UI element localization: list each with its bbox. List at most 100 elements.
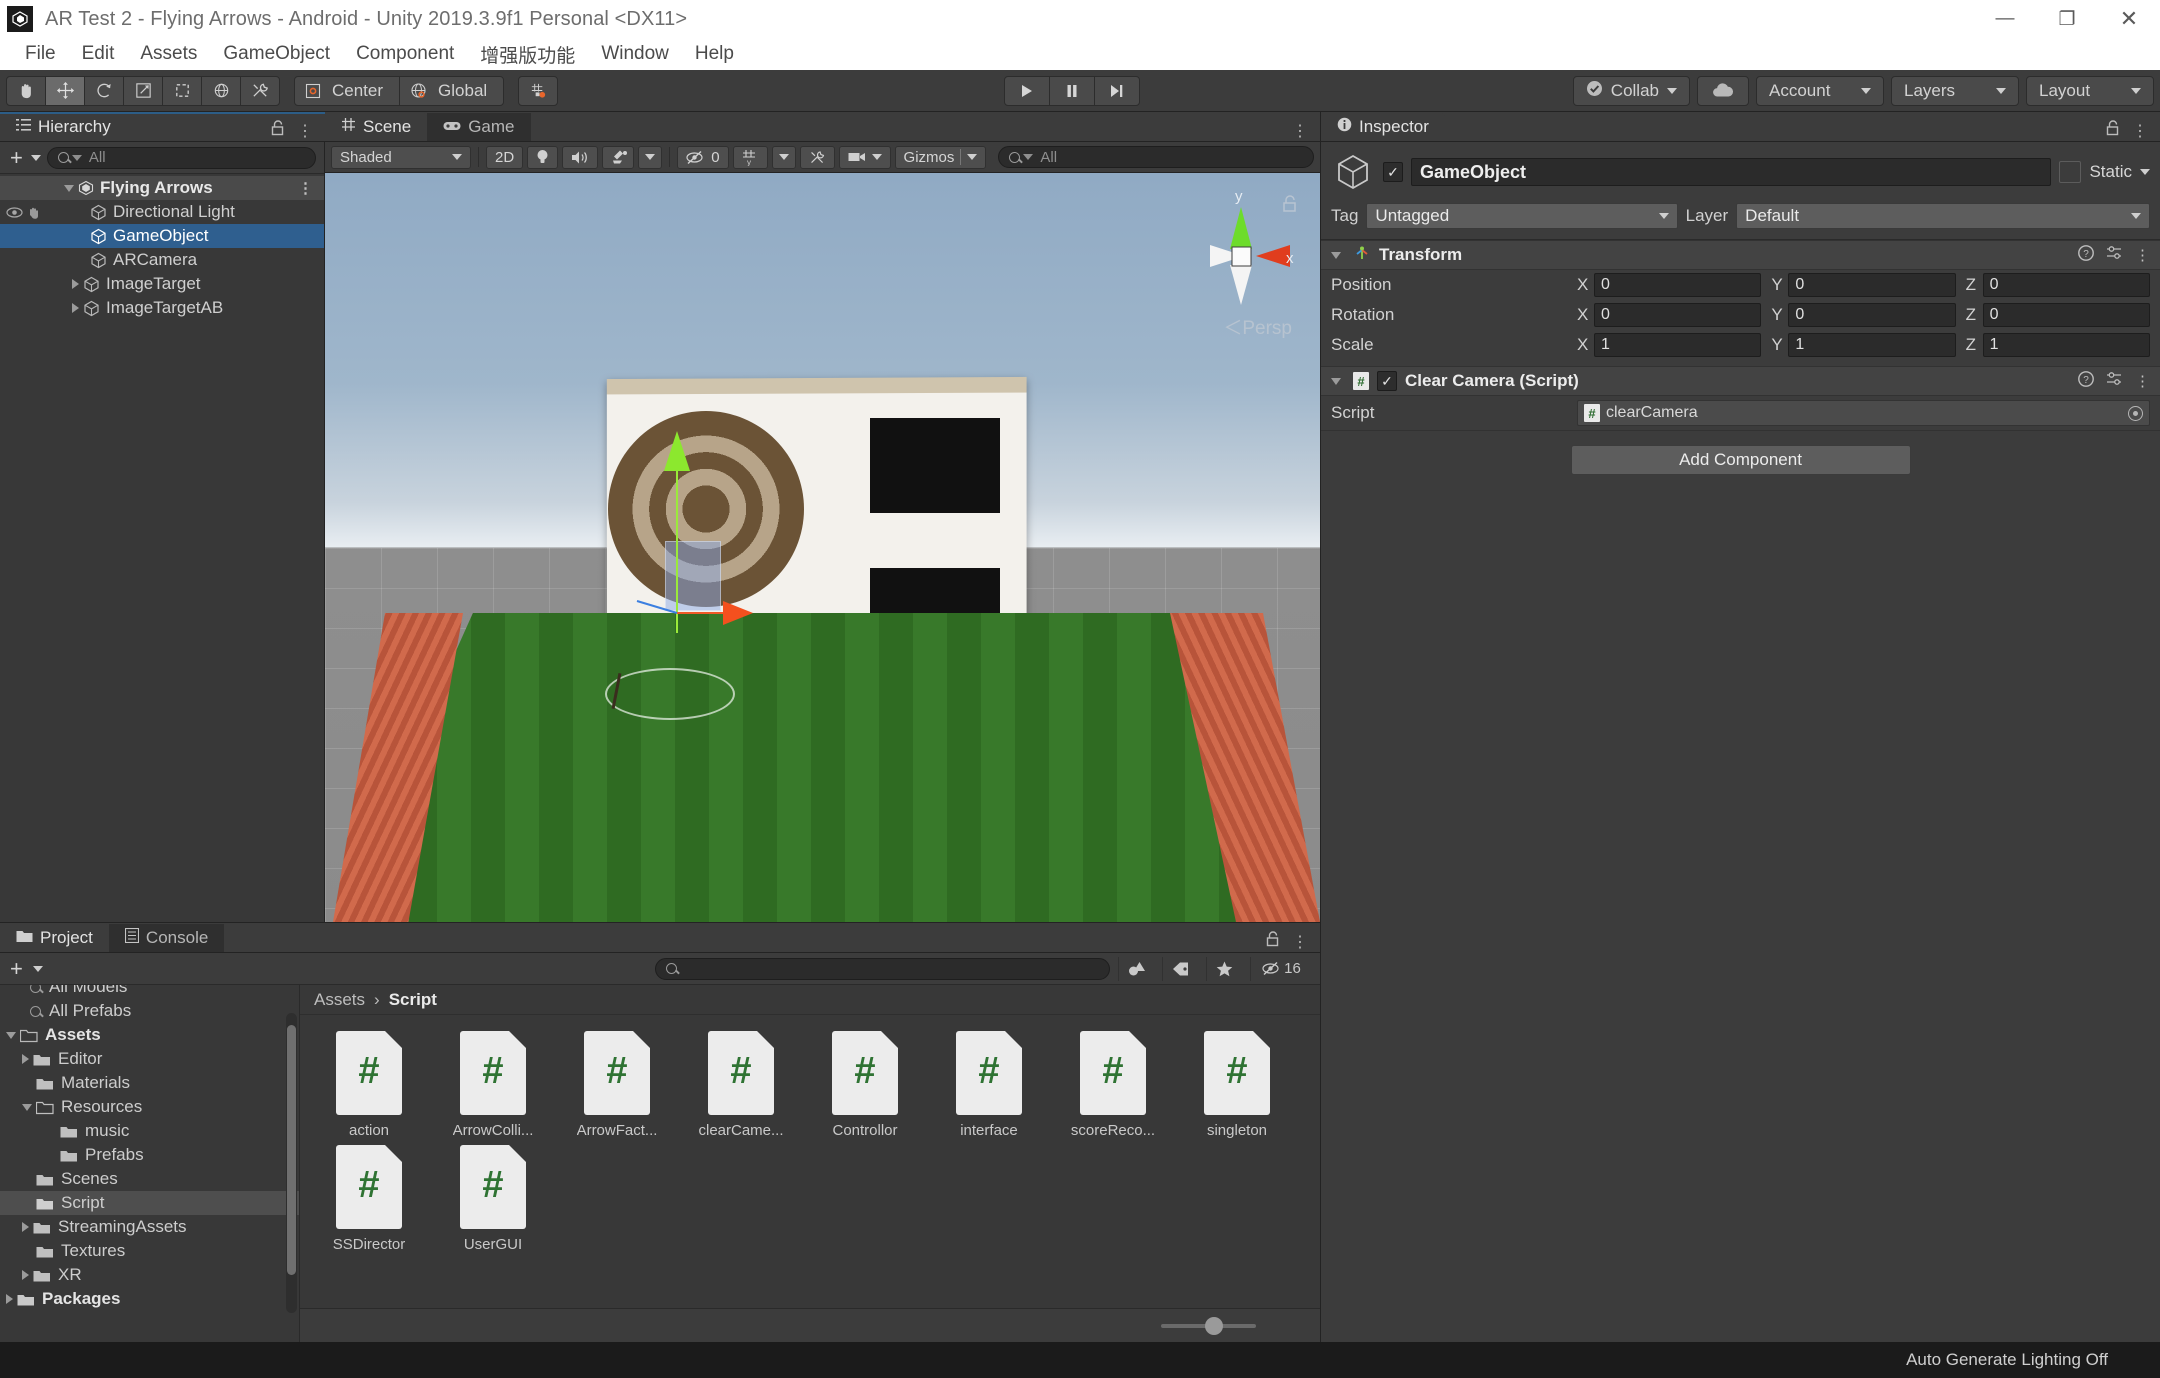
asset-item[interactable]: # interface	[934, 1031, 1044, 1139]
scene-menu-icon[interactable]: ⋮	[298, 179, 314, 197]
position-z-input[interactable]: 0	[1982, 273, 2150, 297]
transform-component-header[interactable]: Transform ? ⋮	[1321, 240, 2160, 270]
tree-row-assets[interactable]: Assets	[0, 1023, 299, 1047]
move-tool-icon[interactable]	[45, 75, 85, 106]
slider-knob[interactable]	[1205, 1316, 1223, 1335]
project-menu-icon[interactable]: ⋮	[1292, 932, 1308, 952]
chevron-collapsed-icon[interactable]	[6, 1294, 13, 1304]
tab-game[interactable]: Game	[427, 113, 531, 141]
scene-tools-button[interactable]	[799, 145, 835, 169]
tab-console[interactable]: Console	[108, 924, 225, 952]
help-icon[interactable]: ?	[2078, 371, 2094, 391]
preset-icon[interactable]	[2106, 371, 2123, 391]
tree-row-textures[interactable]: Textures	[0, 1239, 299, 1263]
inspector-menu-icon[interactable]: ⋮	[2132, 121, 2148, 141]
custom-tool-icon[interactable]	[240, 75, 280, 106]
menu-edit[interactable]: Edit	[69, 41, 128, 67]
scale-y-input[interactable]: 1	[1788, 333, 1956, 357]
draw-mode-dropdown[interactable]: Shaded	[331, 145, 471, 169]
hierarchy-menu-icon[interactable]: ⋮	[297, 121, 313, 141]
pivot-mode-button[interactable]: Center	[294, 75, 401, 106]
asset-item[interactable]: # ArrowFact...	[562, 1031, 672, 1139]
preset-icon[interactable]	[2106, 245, 2123, 265]
chevron-collapsed-icon[interactable]	[22, 1054, 29, 1064]
object-enabled-checkbox[interactable]: ✓	[1383, 162, 1403, 182]
chevron-expanded-icon[interactable]	[64, 184, 74, 192]
tree-row-editor[interactable]: Editor	[0, 1047, 299, 1071]
chevron-expanded-icon[interactable]	[1331, 251, 1341, 259]
project-tree-scrollbar[interactable]	[286, 1013, 297, 1313]
scene-viewport[interactable]: y x ＜Persp	[325, 173, 1320, 922]
hierarchy-row-arcamera[interactable]: ARCamera	[0, 248, 324, 272]
scene-grid-toggle[interactable]: y	[732, 145, 768, 169]
menu-gameobject[interactable]: GameObject	[210, 41, 343, 67]
account-button[interactable]: Account	[1756, 75, 1884, 106]
filter-by-label-icon[interactable]	[1162, 956, 1198, 981]
tree-row-script[interactable]: Script	[0, 1191, 299, 1215]
scene-projection-label[interactable]: ＜Persp	[1223, 313, 1292, 340]
hierarchy-scene-row[interactable]: Flying Arrows ⋮	[0, 176, 324, 200]
tag-dropdown[interactable]: Untagged	[1366, 203, 1678, 229]
toggle-2d-button[interactable]: 2D	[486, 145, 524, 169]
script-enabled-checkbox[interactable]: ✓	[1377, 371, 1397, 391]
add-component-button[interactable]: Add Component	[1570, 445, 1911, 475]
effects-toggle[interactable]	[602, 145, 635, 169]
asset-item[interactable]: # action	[314, 1031, 424, 1139]
maximize-button[interactable]: ❐	[2036, 0, 2098, 38]
component-menu-icon[interactable]: ⋮	[2135, 246, 2150, 264]
tree-row-streamingassets[interactable]: StreamingAssets	[0, 1215, 299, 1239]
step-button[interactable]	[1093, 75, 1140, 106]
chevron-down-icon[interactable]	[32, 965, 43, 972]
tree-row-packages[interactable]: Packages	[0, 1287, 299, 1311]
grid-snap-icon[interactable]	[518, 75, 559, 106]
hidden-assets-indicator[interactable]: 16	[1250, 956, 1312, 981]
visibility-toggle[interactable]	[0, 206, 42, 219]
transform-tool-icon[interactable]	[201, 75, 241, 106]
tab-inspector[interactable]: Inspector	[1321, 113, 1445, 141]
menu-component[interactable]: Component	[343, 41, 467, 67]
collab-button[interactable]: Collab	[1572, 75, 1690, 106]
position-x-input[interactable]: 0	[1594, 273, 1762, 297]
scene-gizmo-lock-icon[interactable]	[1282, 195, 1298, 218]
tree-row-music[interactable]: music	[0, 1119, 299, 1143]
lock-icon[interactable]	[271, 120, 285, 141]
tree-row-all-models[interactable]: All Models	[0, 985, 299, 999]
hierarchy-row-gameobject[interactable]: GameObject	[0, 224, 324, 248]
tab-hierarchy[interactable]: Hierarchy	[0, 113, 127, 141]
menu-assets[interactable]: Assets	[127, 41, 210, 67]
tree-row-xr[interactable]: XR	[0, 1263, 299, 1287]
gizmos-button[interactable]: Gizmos	[894, 145, 987, 169]
menu-enhanced-features[interactable]: 增强版功能	[467, 39, 588, 70]
scrollbar-thumb[interactable]	[287, 1025, 296, 1275]
hierarchy-search-input[interactable]: All	[46, 146, 316, 169]
hierarchy-row-directional-light[interactable]: Directional Light	[0, 200, 324, 224]
menu-help[interactable]: Help	[682, 41, 747, 67]
scene-camera-button[interactable]	[838, 145, 891, 169]
hidden-objects-toggle[interactable]: 0	[677, 145, 729, 169]
tab-scene[interactable]: Scene	[325, 113, 428, 141]
tree-row-scenes[interactable]: Scenes	[0, 1167, 299, 1191]
help-icon[interactable]: ?	[2078, 245, 2094, 265]
static-checkbox[interactable]	[2059, 161, 2082, 183]
favorites-star-icon[interactable]	[1206, 956, 1242, 981]
scene-grid-dropdown[interactable]	[771, 145, 796, 169]
create-asset-button[interactable]: +	[8, 957, 25, 980]
script-object-field[interactable]: # clearCamera	[1577, 400, 2150, 426]
filter-by-type-icon[interactable]	[1118, 956, 1154, 981]
layers-button[interactable]: Layers	[1891, 75, 2019, 106]
asset-item[interactable]: # scoreReco...	[1058, 1031, 1168, 1139]
chevron-down-icon[interactable]	[30, 154, 41, 161]
asset-item[interactable]: # singleton	[1182, 1031, 1292, 1139]
static-chevron-down-icon[interactable]	[2140, 169, 2150, 175]
asset-item[interactable]: # SSDirector	[314, 1145, 424, 1253]
asset-item[interactable]: # Controllor	[810, 1031, 920, 1139]
minimize-button[interactable]: —	[1974, 0, 2036, 38]
tree-row-prefabs[interactable]: Prefabs	[0, 1143, 299, 1167]
rotation-y-input[interactable]: 0	[1788, 303, 1956, 327]
breadcrumb-script[interactable]: Script	[389, 990, 437, 1010]
close-button[interactable]: ✕	[2098, 0, 2160, 38]
tab-project[interactable]: Project	[0, 924, 109, 952]
icon-size-slider[interactable]	[1161, 1316, 1256, 1335]
asset-item[interactable]: # clearCame...	[686, 1031, 796, 1139]
lock-icon[interactable]	[2106, 120, 2120, 141]
